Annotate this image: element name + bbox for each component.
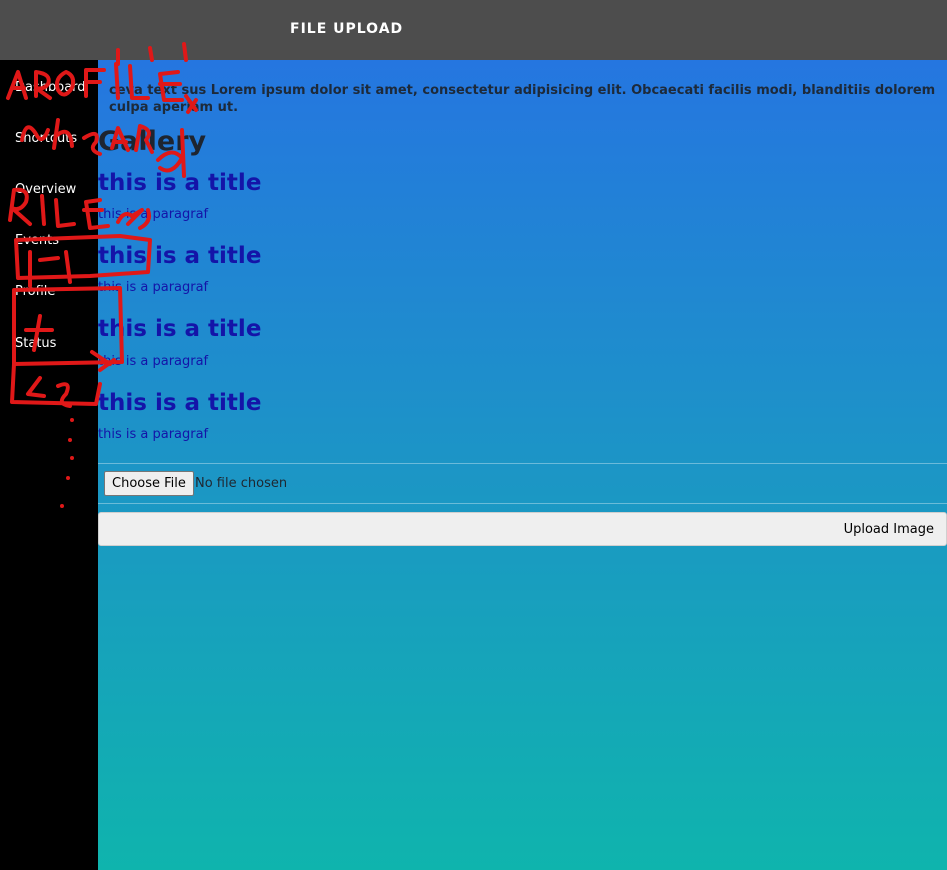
choose-file-button[interactable]: Choose File <box>104 471 194 496</box>
top-bar: FILE UPLOAD <box>0 0 947 60</box>
page-title: FILE UPLOAD <box>290 21 404 37</box>
card-title: this is a title <box>98 243 262 269</box>
divider <box>98 503 947 504</box>
card-title: this is a title <box>98 170 262 196</box>
sidebar-item-events[interactable]: Events <box>15 233 59 248</box>
upload-image-label: Upload Image <box>843 522 934 537</box>
card-text: this is a paragraf <box>98 354 209 369</box>
intro-text: ceva text sus Lorem ipsum dolor sit amet… <box>109 83 936 115</box>
sidebar-item-overview[interactable]: Overview <box>15 182 76 197</box>
sidebar-item-profile[interactable]: Profile <box>15 284 55 299</box>
sidebar: Dashboard Shortcuts Overview Events Prof… <box>0 60 98 870</box>
sidebar-item-dashboard[interactable]: Dashboard <box>15 80 86 95</box>
app-window: FILE UPLOAD Dashboard Shortcuts Overview… <box>0 0 947 870</box>
card-text: this is a paragraf <box>98 207 209 222</box>
card-title: this is a title <box>98 316 262 342</box>
gallery-heading: Gallery <box>98 126 207 157</box>
card-text: this is a paragraf <box>98 280 209 295</box>
card-title: this is a title <box>98 390 262 416</box>
sidebar-item-shortcuts[interactable]: Shortcuts <box>15 131 77 146</box>
main-content: ceva text sus Lorem ipsum dolor sit amet… <box>98 60 947 870</box>
divider <box>98 463 947 464</box>
upload-image-button[interactable]: Upload Image <box>98 512 947 546</box>
sidebar-item-status[interactable]: Status <box>15 336 56 351</box>
card-text: this is a paragraf <box>98 427 209 442</box>
file-status-text: No file chosen <box>195 476 288 491</box>
